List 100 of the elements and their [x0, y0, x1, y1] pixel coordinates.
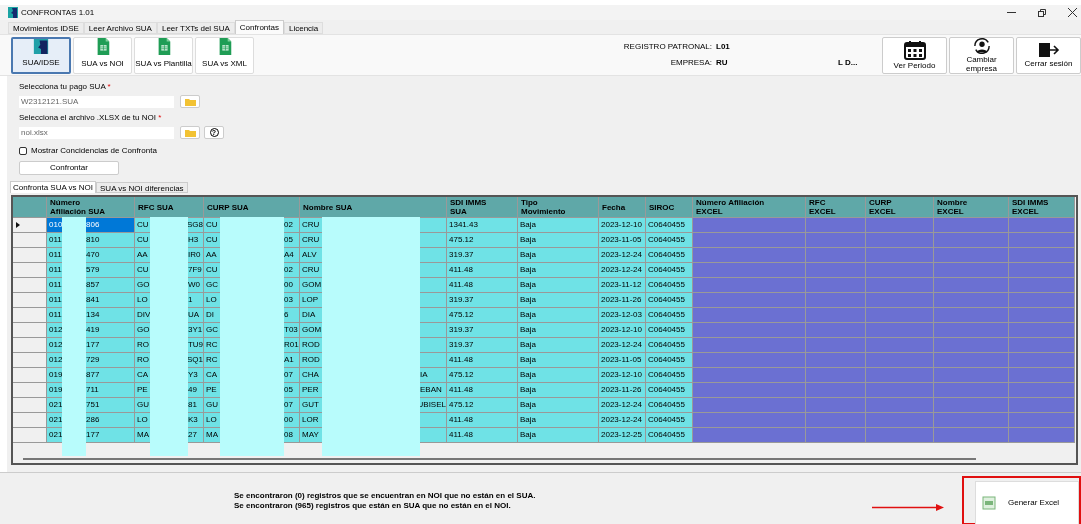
tab[interactable]: Leer Archivo SUA [83, 22, 157, 34]
table-cell: 2023-11-05 [599, 353, 646, 368]
table-cell: C0640455 [646, 248, 693, 263]
table-cell: 319.37 [447, 338, 518, 353]
row-header[interactable] [13, 218, 47, 233]
table-cell [806, 338, 866, 353]
table-cell [1009, 263, 1075, 278]
table-cell: 319.37 [447, 293, 518, 308]
table-cell: Baja [518, 293, 599, 308]
app-logo-icon [31, 38, 51, 54]
table-cell: C0640455 [646, 428, 693, 443]
spreadsheet-icon [217, 37, 232, 55]
result-message: Se encontraron (0) registros que se encuentran en NOI que no están en el SUA. [234, 491, 536, 501]
table-cell: 2023-12-10 [599, 368, 646, 383]
row-header[interactable] [13, 398, 47, 413]
row-header[interactable] [13, 428, 47, 443]
row-header[interactable] [13, 308, 47, 323]
row-header[interactable] [13, 413, 47, 428]
table-cell [1009, 383, 1075, 398]
folder-icon [184, 97, 196, 106]
table-cell [806, 323, 866, 338]
table-cell: C0640455 [646, 398, 693, 413]
confrontar-button[interactable]: Confrontar [19, 161, 119, 175]
browse-button[interactable] [180, 126, 200, 139]
column-header[interactable]: Nombre SUA [303, 202, 353, 212]
calendar-icon [903, 40, 926, 60]
field-label: REGISTRO PATRONAL: [622, 41, 712, 53]
app-logo-icon [8, 7, 18, 18]
table-cell [806, 308, 866, 323]
row-header[interactable] [13, 383, 47, 398]
table-cell [866, 398, 934, 413]
row-header[interactable] [13, 293, 47, 308]
annotation-arrow [872, 504, 944, 511]
table-cell: 2023-12-24 [599, 398, 646, 413]
mode-button[interactable]: SUA/IDSE [11, 36, 71, 74]
table-cell: 2023-11-12 [599, 278, 646, 293]
table-cell [806, 428, 866, 443]
exit-icon [1037, 42, 1060, 58]
close-icon[interactable] [1068, 8, 1077, 17]
table-cell: 2023-12-10 [599, 218, 646, 233]
table-cell: Baja [518, 278, 599, 293]
table-cell: Baja [518, 383, 599, 398]
table-cell [866, 308, 934, 323]
table-cell [1009, 368, 1075, 383]
browse-button[interactable] [180, 95, 200, 108]
table-cell: C0640455 [646, 338, 693, 353]
checkbox[interactable] [19, 147, 27, 155]
file-path-field[interactable]: noi.xlsx [19, 126, 174, 139]
table-cell: 2023-12-24 [599, 338, 646, 353]
horizontal-scrollbar[interactable] [23, 458, 976, 460]
tab[interactable]: Leer TXTs del SUA [156, 22, 235, 34]
table-cell: 2023-12-25 [599, 428, 646, 443]
mode-button[interactable]: SUA vs XML [195, 36, 254, 74]
row-header[interactable] [13, 263, 47, 278]
table-cell: 2023-12-03 [599, 308, 646, 323]
mode-button[interactable]: SUA vs NOI [73, 36, 132, 74]
table-cell: C0640455 [646, 218, 693, 233]
tab[interactable]: Confrontas [234, 20, 284, 34]
table-cell: Baja [518, 323, 599, 338]
row-header[interactable] [13, 248, 47, 263]
table-cell [866, 263, 934, 278]
tab[interactable]: SUA vs NOI diferencias [96, 182, 188, 193]
row-header[interactable] [13, 368, 47, 383]
window-title: CONFRONTAS 1.01 [21, 6, 95, 19]
tab[interactable]: Movimientos IDSE [8, 22, 84, 34]
current-row-icon [16, 222, 20, 228]
toolbar-button[interactable]: Cerrar sesión [1016, 36, 1081, 74]
row-header[interactable] [13, 233, 47, 248]
row-header[interactable] [13, 323, 47, 338]
table-cell: Baja [518, 263, 599, 278]
table-cell [1009, 293, 1075, 308]
result-message: Se encontraron (965) registros que están en SUA que no están en el NOI. [234, 501, 512, 511]
row-header[interactable] [13, 338, 47, 353]
mode-button[interactable]: SUA vs Plantilla [134, 36, 193, 74]
table-cell [866, 323, 934, 338]
table-cell [1009, 308, 1075, 323]
field-value: L D... [838, 57, 858, 69]
table-cell: 319.37 [447, 323, 518, 338]
table-cell: C0640455 [646, 413, 693, 428]
table-cell [866, 428, 934, 443]
table-cell: Baja [518, 398, 599, 413]
restore-icon[interactable] [1038, 8, 1046, 17]
row-header[interactable] [13, 278, 47, 293]
table-cell [866, 338, 934, 353]
tab[interactable]: Licencia [283, 22, 324, 34]
field-label: Selecciona tu pago SUA * [19, 81, 112, 93]
table-cell: 2023-12-24 [599, 263, 646, 278]
table-cell: Baja [518, 218, 599, 233]
table-cell: Baja [518, 353, 599, 368]
table-cell [866, 278, 934, 293]
file-path-field[interactable]: W2312121.SUA [19, 95, 174, 108]
minimize-icon[interactable] [1007, 11, 1016, 14]
table-cell: Baja [518, 248, 599, 263]
table-cell [1009, 278, 1075, 293]
generar-excel-button[interactable]: Generar Excel [975, 481, 1079, 524]
toolbar-button[interactable]: Cambiar empresa [949, 36, 1014, 74]
toolbar-button[interactable]: Ver Periodo [882, 36, 947, 74]
tab[interactable]: Confronta SUA vs NOI [10, 181, 97, 193]
row-header[interactable] [13, 353, 47, 368]
table-cell: C0640455 [646, 383, 693, 398]
